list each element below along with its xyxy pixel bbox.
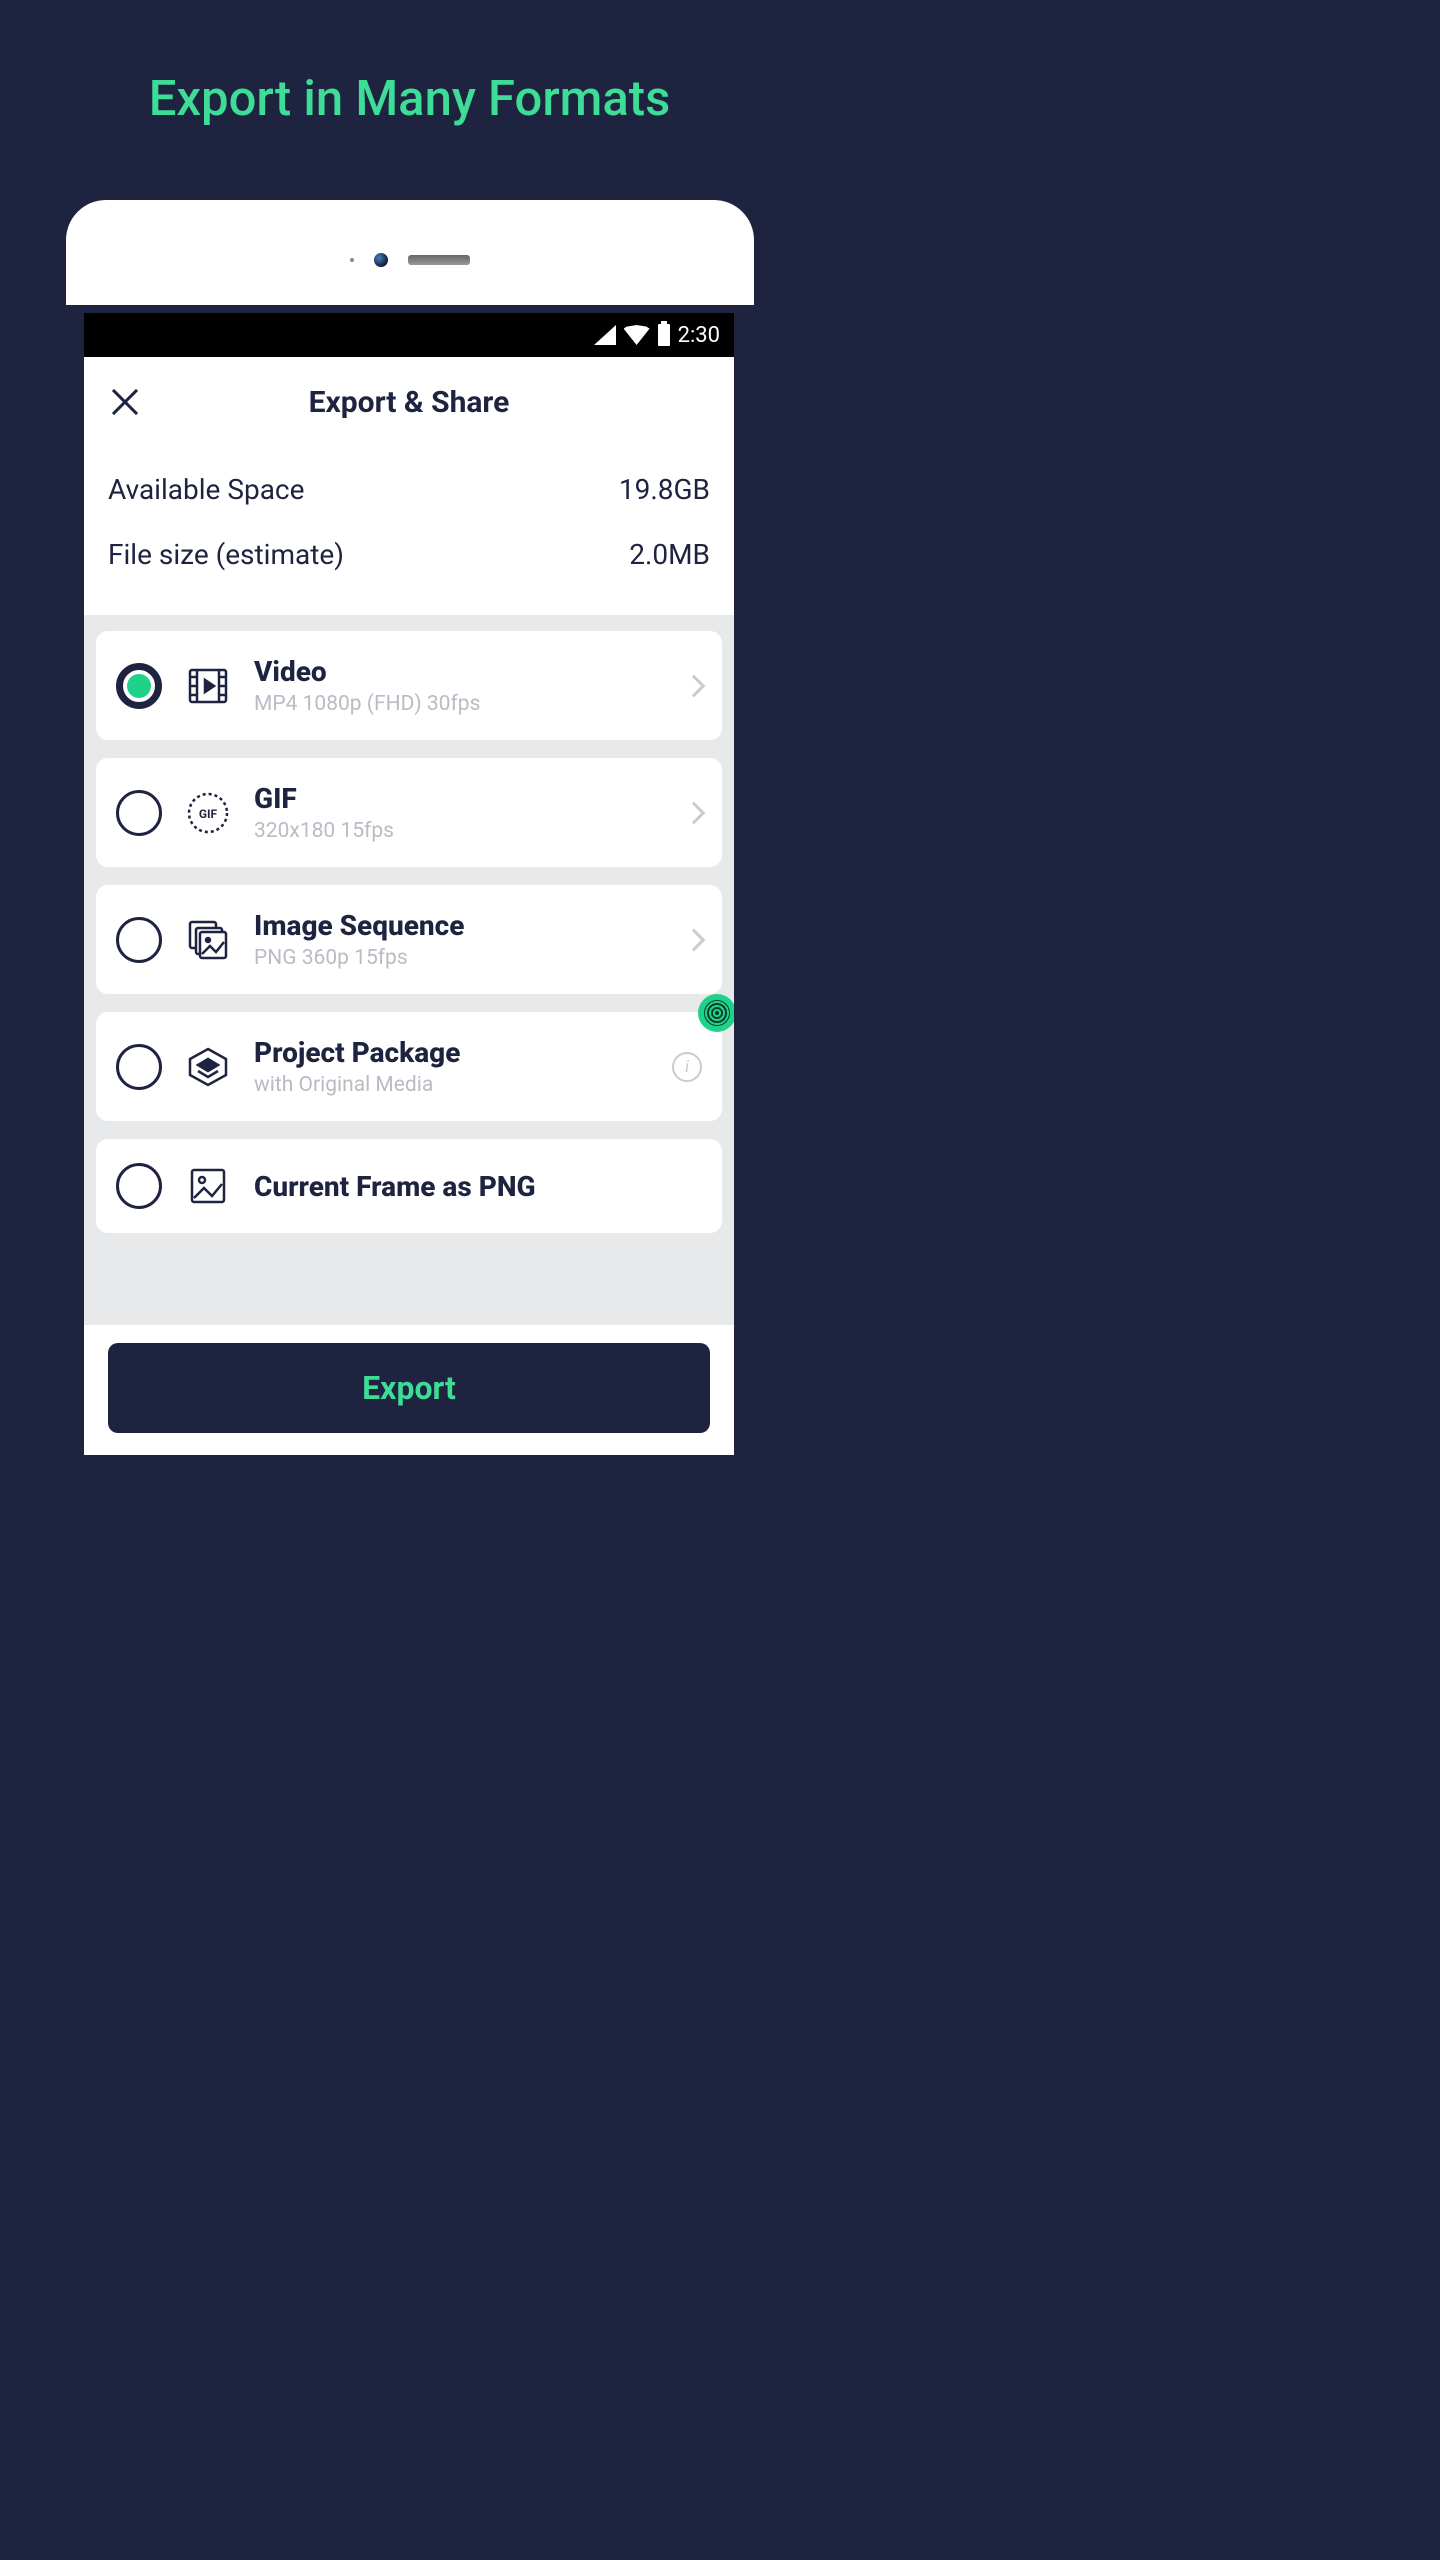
export-button[interactable]: Export [108, 1343, 710, 1433]
promo-heading: Export in Many Formats [0, 0, 819, 127]
screen-title: Export & Share [84, 385, 734, 420]
option-title: GIF [254, 782, 662, 815]
info-block: Available Space 19.8GB File size (estima… [84, 447, 734, 615]
option-title: Video [254, 655, 662, 688]
option-video[interactable]: Video MP4 1080p (FHD) 30fps [96, 631, 722, 740]
svg-text:GIF: GIF [199, 807, 218, 821]
device-frame [66, 200, 754, 305]
app-bar: Export & Share [84, 357, 734, 447]
option-project-package[interactable]: Project Package with Original Media i [96, 1012, 722, 1121]
chevron-right-icon[interactable] [683, 801, 706, 824]
status-bar: 2:30 [84, 313, 734, 357]
option-current-frame[interactable]: Current Frame as PNG [96, 1139, 722, 1233]
device-sensor-dot [350, 258, 354, 262]
option-subtitle: PNG 360p 15fps [254, 946, 662, 970]
available-space-row: Available Space 19.8GB [108, 457, 710, 522]
radio-current-frame[interactable] [116, 1163, 162, 1209]
option-title: Image Sequence [254, 909, 662, 942]
video-icon [186, 664, 230, 708]
chevron-right-icon[interactable] [683, 674, 706, 697]
export-options-list[interactable]: Video MP4 1080p (FHD) 30fps GIF GIF 320x… [84, 615, 734, 1325]
device-camera [374, 253, 388, 267]
option-subtitle: 320x180 15fps [254, 819, 662, 843]
device-speaker [408, 255, 470, 265]
signal-icon [594, 325, 616, 345]
radio-video[interactable] [116, 663, 162, 709]
available-space-label: Available Space [108, 473, 304, 506]
image-icon [186, 1164, 230, 1208]
app-screen: 2:30 Export & Share Available Space 19.8… [84, 313, 734, 1455]
available-space-value: 19.8GB [619, 473, 710, 506]
option-gif[interactable]: GIF GIF 320x180 15fps [96, 758, 722, 867]
radio-project-package[interactable] [116, 1044, 162, 1090]
package-icon [186, 1045, 230, 1089]
status-time: 2:30 [678, 323, 720, 348]
radio-image-sequence[interactable] [116, 917, 162, 963]
radio-gif[interactable] [116, 790, 162, 836]
option-subtitle: MP4 1080p (FHD) 30fps [254, 692, 662, 716]
option-title: Current Frame as PNG [254, 1170, 702, 1203]
info-icon[interactable]: i [672, 1052, 702, 1082]
wifi-icon [624, 325, 650, 345]
option-title: Project Package [254, 1036, 648, 1069]
battery-icon [658, 324, 670, 346]
file-size-label: File size (estimate) [108, 538, 344, 571]
gif-icon: GIF [186, 791, 230, 835]
close-icon[interactable] [108, 385, 142, 419]
chevron-right-icon[interactable] [683, 928, 706, 951]
file-size-value: 2.0MB [629, 538, 710, 571]
footer: Export [84, 1325, 734, 1455]
premium-badge-icon [698, 994, 734, 1032]
image-sequence-icon [186, 918, 230, 962]
option-image-sequence[interactable]: Image Sequence PNG 360p 15fps [96, 885, 722, 994]
file-size-row: File size (estimate) 2.0MB [108, 522, 710, 587]
option-subtitle: with Original Media [254, 1073, 648, 1097]
